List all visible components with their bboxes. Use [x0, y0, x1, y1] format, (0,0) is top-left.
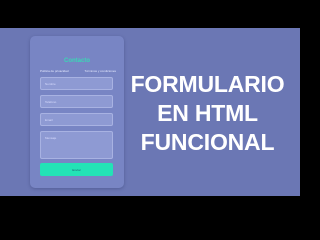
headline-line-1: FORMULARIO: [130, 71, 285, 97]
thumbnail-frame: Contacto Política de privacidad Términos…: [0, 28, 300, 196]
name-field[interactable]: Nombre: [40, 77, 113, 90]
name-placeholder: Nombre: [45, 82, 56, 86]
email-field[interactable]: Email: [40, 113, 113, 126]
headline: FORMULARIO EN HTML FUNCIONAL: [130, 70, 285, 157]
headline-line-3: FUNCIONAL: [140, 129, 275, 155]
headline-line-2: EN HTML: [157, 100, 258, 126]
message-field[interactable]: Mensaje: [40, 131, 113, 159]
legal-links: Política de privacidad Términos y condic…: [40, 69, 116, 73]
send-button[interactable]: Enviar: [40, 163, 113, 176]
privacy-policy-link[interactable]: Política de privacidad: [40, 69, 69, 73]
terms-link[interactable]: Términos y condiciones: [84, 69, 116, 73]
contact-form-card: Contacto Política de privacidad Términos…: [30, 36, 124, 188]
email-placeholder: Email: [45, 118, 53, 122]
phone-placeholder: Teléfono: [45, 100, 57, 104]
phone-field[interactable]: Teléfono: [40, 95, 113, 108]
message-placeholder: Mensaje: [45, 136, 57, 140]
form-title: Contacto: [64, 58, 90, 64]
